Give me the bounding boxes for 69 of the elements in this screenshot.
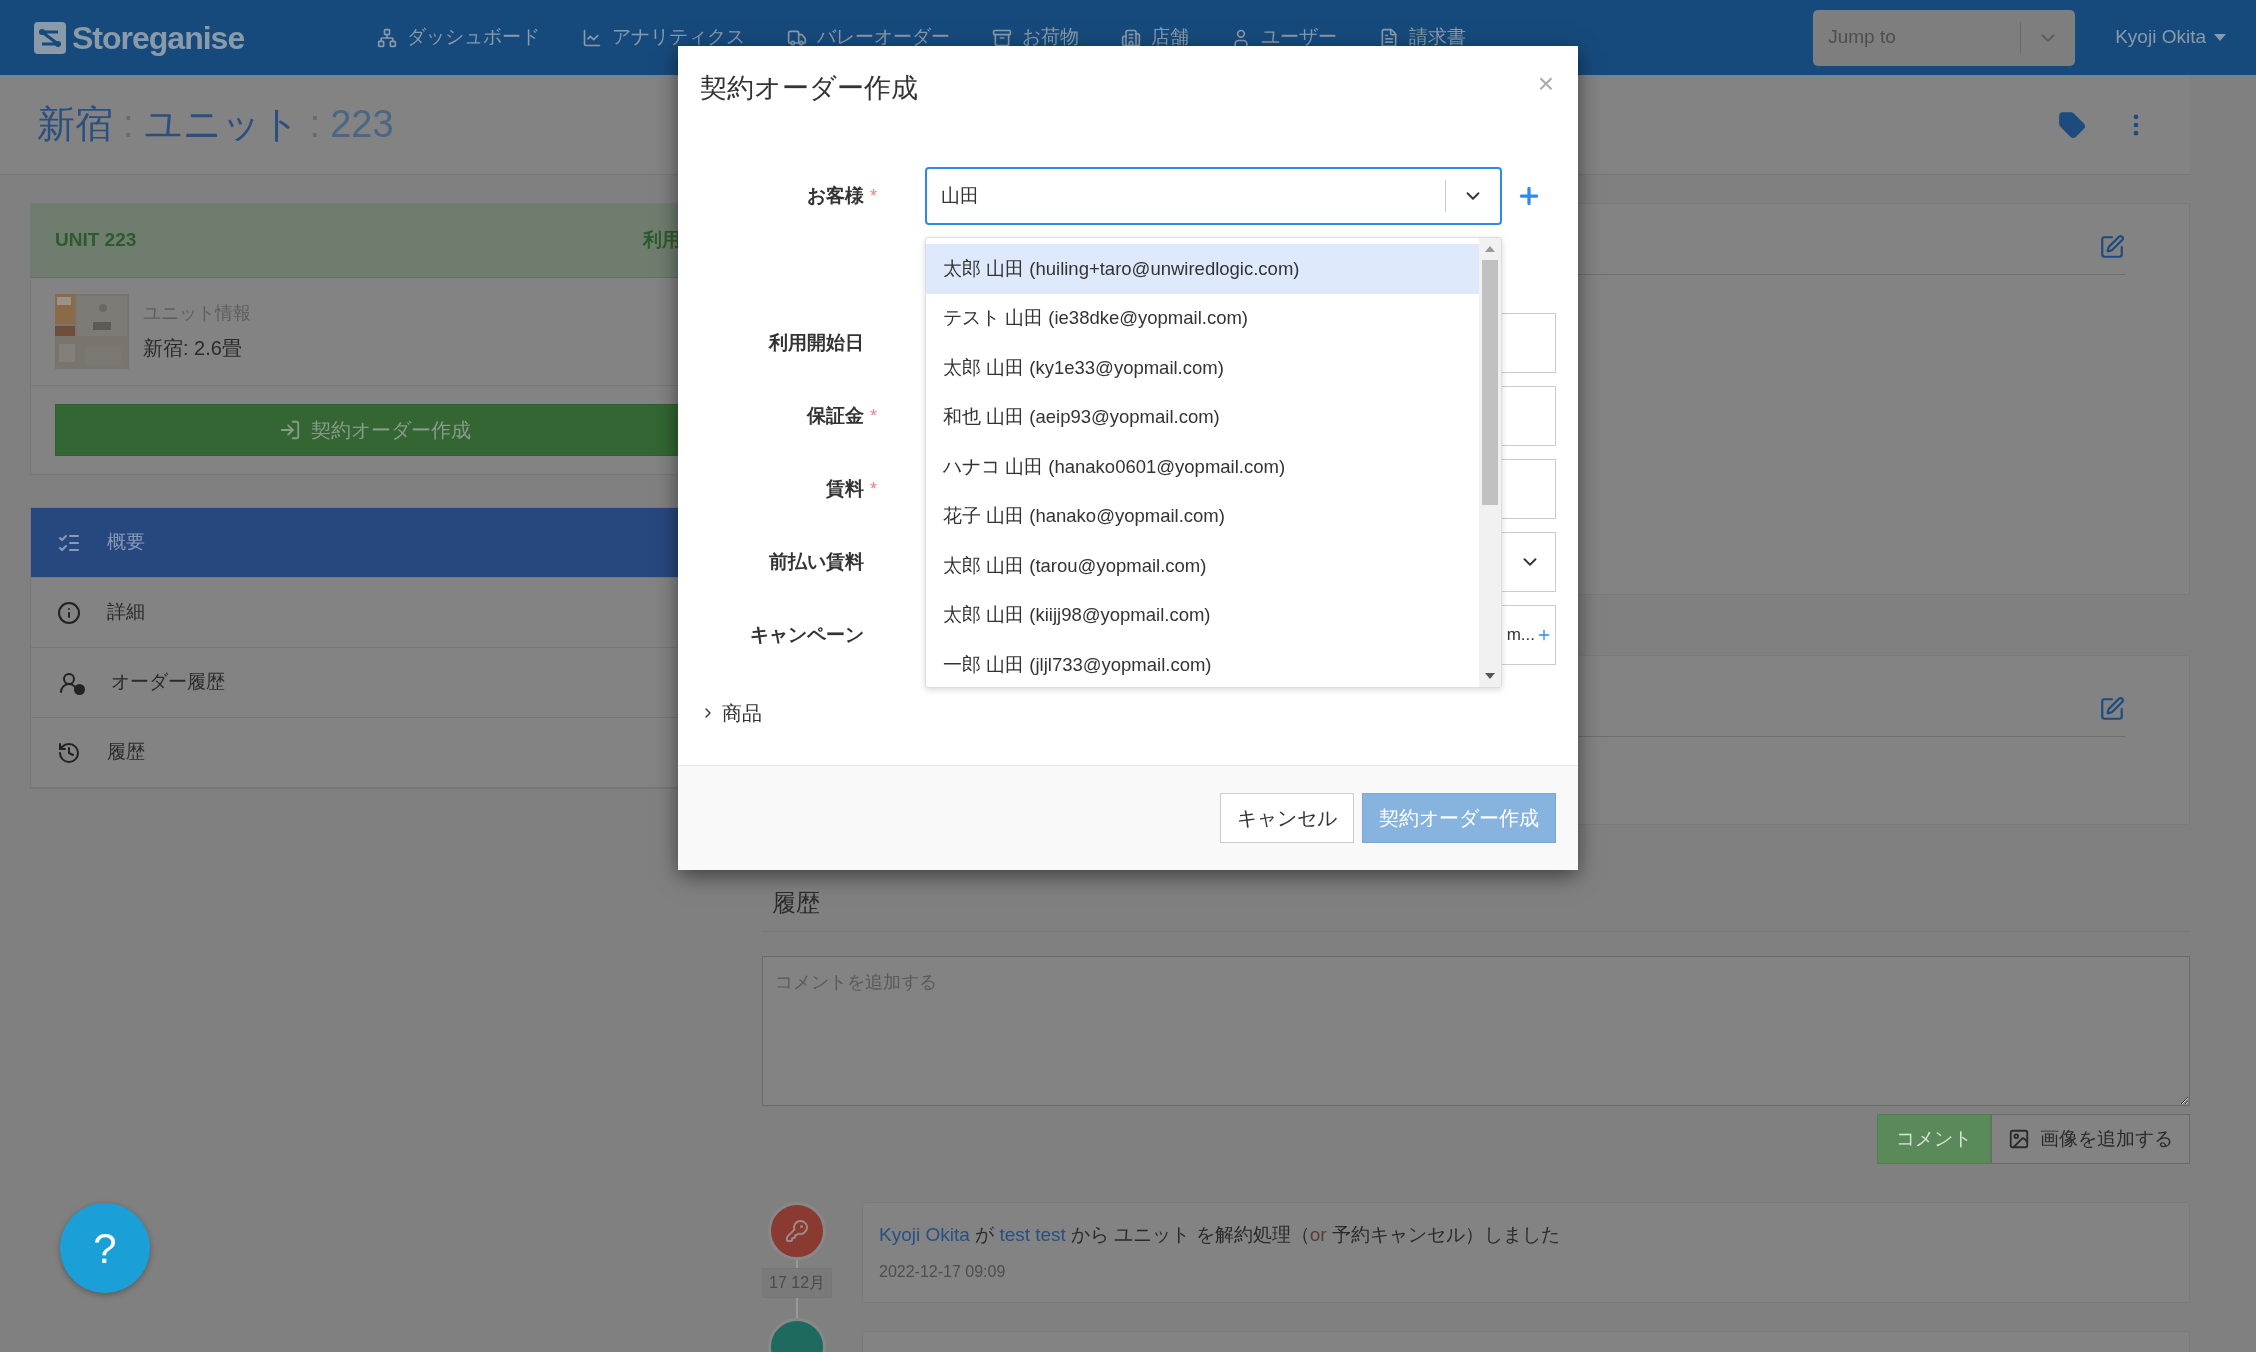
- nav-link[interactable]: アナリティクス: [582, 23, 745, 52]
- history-icon: [57, 740, 81, 765]
- field-label: キャンペーン: [750, 622, 864, 647]
- customer-option[interactable]: 太郎 山田 (ky1e33@yopmail.com): [926, 343, 1479, 393]
- field-label: 利用開始日: [769, 330, 864, 355]
- breadcrumb-separator: :: [309, 102, 321, 147]
- customer-option[interactable]: 太郎 山田 (tarou@yopmail.com): [926, 541, 1479, 591]
- user-link[interactable]: test test: [999, 1224, 1066, 1245]
- required-marker: *: [870, 477, 878, 501]
- nav-link[interactable]: ユーザー: [1231, 23, 1337, 52]
- customer-option[interactable]: 和也 山田 (aeip93@yopmail.com): [926, 392, 1479, 442]
- edit-icon[interactable]: [2099, 234, 2125, 260]
- close-button[interactable]: ×: [1537, 70, 1554, 98]
- campaign-value: m...: [1506, 624, 1535, 647]
- add-icon[interactable]: [1536, 627, 1552, 643]
- tag-icon[interactable]: [2058, 110, 2086, 139]
- nav-link[interactable]: 請求書: [1379, 23, 1466, 52]
- breadcrumb-item[interactable]: ユニット: [143, 96, 300, 153]
- customer-option[interactable]: 花子 山田 (hanako@yopmail.com): [926, 491, 1479, 541]
- sign-in-icon: [279, 419, 301, 441]
- key-icon: [785, 1219, 809, 1243]
- nav-link[interactable]: バレーオーダー: [787, 23, 950, 52]
- customer-option[interactable]: ハナコ 山田 (hanako0601@yopmail.com): [926, 442, 1479, 492]
- unit-title: UNIT 223: [55, 228, 137, 253]
- document-icon: [1379, 27, 1399, 48]
- edit-icon[interactable]: [2099, 696, 2125, 722]
- scroll-up-icon: [1485, 246, 1495, 252]
- nav-link[interactable]: 店舗: [1121, 23, 1189, 52]
- required-marker: *: [870, 184, 878, 208]
- caret-icon: [2214, 34, 2226, 41]
- unit-info-value: 新宿: 2.6畳: [143, 336, 243, 361]
- customer-option[interactable]: 一郎 山田 (jljl733@yopmail.com): [926, 640, 1479, 687]
- sitemap-icon: [377, 27, 397, 48]
- user-link[interactable]: Kyoji Okita: [879, 1224, 970, 1245]
- scroll-down-icon: [1485, 673, 1495, 679]
- required-marker: *: [870, 404, 878, 428]
- field-label: 保証金: [807, 403, 864, 428]
- field-label: お客様: [807, 183, 864, 208]
- customer-option[interactable]: 太郎 山田 (huiling+taro@unwiredlogic.com): [926, 244, 1479, 294]
- building-icon: [1121, 27, 1141, 48]
- chart-icon: [582, 27, 602, 48]
- add-image-button[interactable]: 画像を追加する: [1991, 1114, 2190, 1164]
- scrollbar[interactable]: [1479, 238, 1501, 687]
- user-menu[interactable]: Kyoji Okita: [2115, 23, 2226, 52]
- user-icon: [1231, 27, 1251, 48]
- event-description: Kyoji Okita が test test から ユニット を解約処理（or 予約キャンセル）しました: [879, 1223, 1561, 1247]
- products-section-toggle[interactable]: 商品: [700, 698, 1578, 728]
- field-label: 賃料: [826, 476, 864, 501]
- nav-link[interactable]: お荷物: [992, 23, 1079, 52]
- cancel-button[interactable]: キャンセル: [1220, 793, 1354, 843]
- logo-text[interactable]: Storeganise: [72, 13, 245, 62]
- dialog-title: 契約オーダー作成: [700, 72, 918, 105]
- image-icon: [2008, 1128, 2030, 1150]
- breadcrumb-item[interactable]: 新宿: [37, 96, 113, 153]
- side-nav-item[interactable]: 概要: [31, 508, 681, 578]
- customer-select[interactable]: 山田: [925, 167, 1502, 225]
- archive-icon: [992, 27, 1012, 48]
- help-button[interactable]: ?: [60, 1203, 150, 1293]
- comment-button[interactable]: コメント: [1877, 1114, 1991, 1164]
- info-icon: [57, 600, 81, 625]
- nav-link[interactable]: ダッシュボード: [377, 23, 540, 52]
- breadcrumb-separator: :: [123, 102, 134, 147]
- customer-option[interactable]: 太郎 山田 (kiijj98@yopmail.com): [926, 590, 1479, 640]
- history-heading: 履歴: [772, 889, 820, 916]
- customer-option[interactable]: テスト 山田 (ie38dke@yopmail.com): [926, 293, 1479, 343]
- breadcrumb-item: 223: [330, 102, 394, 147]
- user-clock-icon: [57, 670, 85, 695]
- logo-icon: [32, 19, 68, 56]
- field-label: 前払い賃料: [769, 549, 864, 574]
